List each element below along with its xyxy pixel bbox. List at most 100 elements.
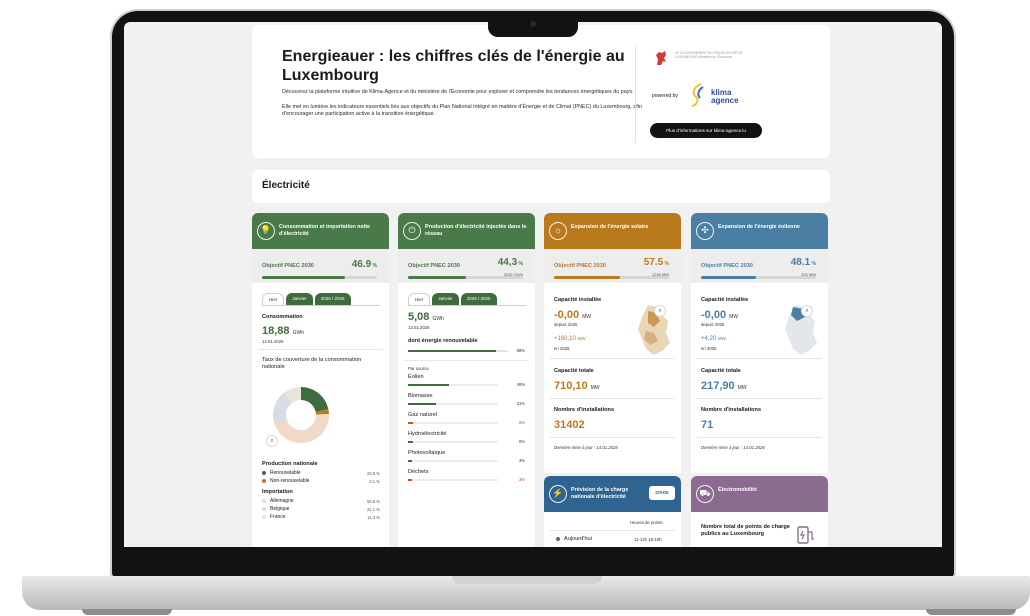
tab-janvier[interactable]: Janvier	[286, 293, 313, 305]
source-pct: 6%	[518, 420, 525, 425]
source-track	[408, 460, 498, 462]
installed-value: -0,00 MW	[554, 309, 591, 321]
delta-unit: MW	[577, 336, 586, 341]
source-bar	[408, 460, 412, 462]
tab-hier[interactable]: Hier	[262, 293, 285, 305]
source-track	[408, 441, 498, 443]
last-update: Dernière mise à jour : 14.01.2026	[701, 445, 765, 450]
donut-segments	[273, 387, 329, 443]
browser-screen: Energieauer : les chiffres clés de l'éne…	[124, 22, 942, 547]
production-value: 5,08 GWh	[408, 311, 444, 323]
creos-logo: creos	[649, 486, 675, 500]
zoom-icon[interactable]: ⌕	[801, 305, 813, 317]
zoom-icon[interactable]: ⌕	[266, 435, 278, 447]
laptop-groove	[452, 576, 602, 584]
pnec-label: Objectif PNEC 2030	[262, 263, 314, 269]
consumption-date: 13.01.2026	[262, 339, 284, 344]
tab-year-compare[interactable]: 2026 / 2025	[314, 293, 351, 305]
legend-value: 3.1 %	[369, 479, 380, 484]
sun-icon: ☼	[549, 222, 567, 240]
grid-load-icon: ⚡	[549, 485, 567, 503]
card-header: ⚡ Prévision de la charge nationale d'éle…	[544, 476, 681, 512]
luxembourg-lion-icon	[656, 51, 666, 65]
consumption-card: 💡 Consommation et importation nette d'él…	[252, 213, 389, 547]
peak-hours-header: Heures de pointe	[630, 520, 663, 525]
count-value: 71	[701, 419, 714, 431]
header-card: Energieauer : les chiffres clés de l'éne…	[252, 25, 830, 158]
legend-label: France	[270, 514, 286, 520]
source-track	[408, 384, 498, 386]
source-track	[408, 479, 498, 481]
card-header: ✣ Expansion de l'énergie éolienne	[691, 213, 828, 249]
source-track	[408, 403, 498, 405]
source-label: Déchets	[408, 469, 429, 475]
legend-france: France 11.3 %	[262, 514, 380, 521]
pnec-value: 57.5 %	[643, 257, 669, 268]
renewable-track	[408, 350, 508, 352]
divider	[697, 398, 822, 399]
pnec-progress-fill	[701, 276, 757, 279]
emobility-card: ⛟ Électromobilité Nombre total de points…	[691, 476, 828, 547]
delta-number: +160,10	[554, 336, 576, 342]
legend-non-renewable: Non-renouvelable 3.1 %	[262, 478, 380, 485]
today-peak-hours: 11-12h 18-19h	[634, 537, 662, 542]
divider	[550, 398, 675, 399]
count-label: Nombre d'installations	[701, 407, 762, 413]
installed-label: Capacité installée	[701, 297, 749, 303]
today-label: Aujourd'hui	[564, 536, 592, 542]
card-title: Expansion de l'énergie solaire	[571, 224, 649, 230]
legend-value: 11.3 %	[367, 515, 380, 520]
installed-label: Capacité installée	[554, 297, 602, 303]
tab-hier[interactable]: Hier	[408, 293, 431, 305]
card-title: Production d'électricité injectée dans l…	[425, 224, 527, 237]
total-value: 217,90 MW	[701, 380, 747, 392]
source-bar	[408, 403, 436, 405]
header-divider	[635, 45, 636, 143]
installed-since: depuis 2026	[554, 322, 578, 327]
government-logo-text: LE GOUVERNEMENT DU GRAND-DUCHÉ DE LUXEMB…	[675, 51, 743, 59]
pnec-target: Objectif PNEC 2030 44,3 % 3032 GWh	[398, 249, 535, 283]
installed-number: -0,00	[701, 309, 727, 321]
pnec-progress-fill	[554, 276, 620, 279]
source-pct: 3%	[518, 477, 525, 482]
card-header: ⏻ Production d'électricité injectée dans…	[398, 213, 535, 249]
donut-renewable	[301, 387, 329, 412]
source-bar	[408, 441, 414, 443]
source-label: Hydroélectricité	[408, 431, 447, 437]
divider	[550, 358, 675, 359]
powered-by-label: powered by	[652, 93, 678, 99]
delta-when: en 2025	[701, 346, 717, 351]
more-info-button[interactable]: Plus d'informations sur klima-agence.lu	[650, 123, 762, 138]
legend-allemagne: Allemagne 50.6 %	[262, 498, 380, 505]
pnec-target: Objectif PNEC 2030 48.1 % 433 MW	[691, 249, 828, 283]
pnec-target: Objectif PNEC 2030 46.9 %	[252, 249, 389, 283]
renewable-pct: 88%	[516, 348, 525, 353]
ev-charger-icon	[797, 526, 814, 544]
zoom-icon[interactable]: ⌕	[654, 305, 666, 317]
installed-number: -0,00	[554, 309, 580, 321]
source-bar	[408, 384, 450, 386]
page-title: Energieauer : les chiffres clés de l'éne…	[282, 48, 625, 84]
coverage-label: Taux de couverture de la consommation na…	[262, 357, 362, 370]
divider	[404, 360, 529, 361]
source-track	[408, 422, 498, 424]
klima-agence-logo: klima agence	[711, 88, 739, 105]
section-header: Électricité	[252, 170, 830, 203]
total-unit: MW	[590, 385, 600, 391]
tab-year-compare[interactable]: 2026 / 2025	[460, 293, 497, 305]
source-label: Photovoltaïque	[408, 450, 446, 456]
legend-dot	[262, 506, 266, 511]
pnec-progress-fill	[408, 276, 466, 279]
legend-dot	[262, 498, 266, 503]
source-label: Biomasse	[408, 393, 433, 399]
card-header: ⛟ Électromobilité	[691, 476, 828, 512]
last-update: Dernière mise à jour : 14.01.2026	[554, 445, 618, 450]
production-number: 5,08	[408, 311, 430, 323]
tab-underline	[408, 305, 526, 306]
wind-turbine-icon: ✣	[696, 222, 714, 240]
laptop-foot-left	[82, 609, 172, 615]
pnec-value: 48.1 %	[790, 257, 816, 268]
total-number: 710,10	[554, 380, 588, 392]
tab-janvier[interactable]: Janvier	[432, 293, 459, 305]
renewable-label: dont énergie renouvelable	[408, 338, 478, 344]
